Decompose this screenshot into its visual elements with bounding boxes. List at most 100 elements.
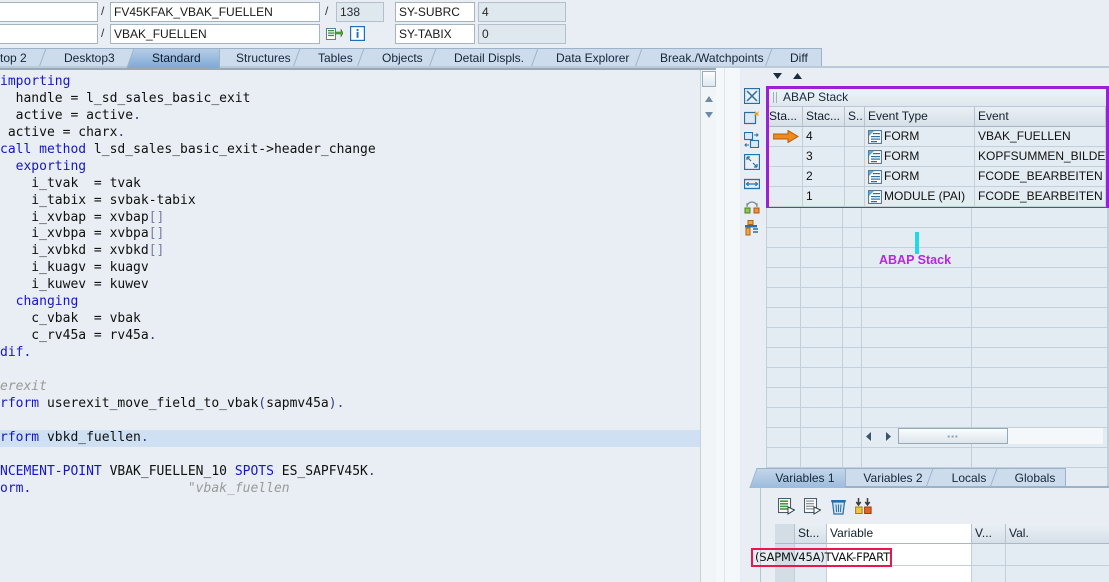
stack-column-header[interactable]: Event (975, 107, 1106, 127)
tab-break-watchpoints[interactable]: Break./Watchpoints (634, 48, 774, 68)
variables-tab-variables-1[interactable]: Variables 1 (749, 468, 846, 488)
tab-data-explorer[interactable]: Data Explorer (530, 48, 644, 68)
stack-row[interactable]: 4 FORM VBAK_FUELLEN (769, 127, 1106, 147)
sort-down-icon[interactable] (770, 70, 784, 82)
stack-empty-cell (842, 248, 863, 268)
swap-layout-icon[interactable] (742, 130, 762, 150)
tools-vertical-toolbar (742, 86, 764, 246)
code-line: i_kuwev = kuwev (0, 277, 149, 293)
tab-structures[interactable]: Structures (210, 48, 302, 68)
tab-detail-displs[interactable]: Detail Displs. (428, 48, 540, 68)
stack-empty-cell (800, 428, 843, 448)
copy-variable-icon[interactable] (801, 496, 823, 516)
stack-empty-cell (767, 368, 801, 388)
abap-stack-header-row: Sta... Stac... S.. Event Type Event (769, 107, 1106, 127)
stack-marker-cell (769, 147, 803, 167)
code-line: i_xvbpa = xvbpa[] (0, 226, 165, 242)
stack-empty-cell (800, 228, 843, 248)
variables-column-header[interactable]: St... (795, 524, 827, 544)
tab-label: Objects (382, 51, 423, 65)
stack-column-header[interactable]: S.. (845, 107, 865, 127)
main-tabstrip: top 2 Desktop3 Standard Structures Tables Obj… (0, 46, 1109, 68)
stack-event: FCODE_BEARBEITEN (975, 167, 1106, 187)
stack-column-header[interactable]: Stac... (803, 107, 845, 127)
stack-event-type: FORM (884, 129, 920, 143)
variables-empty-cell (972, 566, 1006, 582)
stack-column-header[interactable]: Sta... (769, 107, 803, 127)
maximize-icon[interactable] (742, 152, 762, 172)
close-session-icon[interactable] (742, 86, 762, 106)
variables-column-header[interactable]: Variable (827, 524, 972, 544)
stack-row[interactable]: 3 FORM KOPFSUMMEN_BILDEN (769, 147, 1106, 167)
scroll-down-arrow-icon[interactable] (702, 108, 716, 122)
switch-tools-icon[interactable] (742, 196, 762, 216)
stack-empty-cell (842, 448, 863, 468)
code-line: NCEMENT-POINT VBAK_FUELLEN_10 SPOTS ES_S… (0, 463, 376, 479)
stack-empty-cell (800, 248, 843, 268)
collapse-all-icon[interactable] (853, 496, 875, 516)
tab-label: Structures (236, 51, 291, 65)
form-name-field[interactable]: VBAK_FUELLEN (110, 24, 320, 44)
source-code-editor[interactable]: importing handle = l_sd_sales_basic_exit… (0, 68, 716, 582)
tab-desktop3[interactable]: Desktop3 (38, 48, 136, 68)
stack-row[interactable]: 2 FORM FCODE_BEARBEITEN (769, 167, 1106, 187)
stack-event: FCODE_BEARBEITEN (975, 187, 1106, 207)
stack-empty-cell (767, 448, 801, 468)
program-doc-icon (868, 149, 882, 164)
stack-column-header[interactable]: Event Type (865, 107, 975, 127)
tab-label: Standard (152, 51, 201, 65)
stack-row[interactable]: 1 MODULE (PAI) FCODE_BEARBEITEN (769, 187, 1106, 207)
info-icon[interactable] (348, 24, 366, 43)
delete-variable-icon[interactable] (827, 496, 849, 516)
code-vertical-scrollbar[interactable] (700, 70, 716, 582)
variables-tab-globals[interactable]: Globals (989, 468, 1066, 488)
stack-event-type-cell: FORM (865, 167, 975, 187)
stack-empty-cell (842, 288, 863, 308)
stack-empty-cell (800, 268, 843, 288)
insert-variable-icon[interactable] (775, 496, 797, 516)
stack-empty-row (767, 408, 1108, 428)
tab-objects[interactable]: Objects (356, 48, 438, 68)
stack-empty-cell (971, 368, 1108, 388)
highlighted-variable-name: (SAPMV45A)TVAK-FPART (755, 550, 890, 564)
stack-empty-cell (842, 308, 863, 328)
scrollbar-track[interactable]: ▪▪▪ (898, 428, 1103, 444)
program-name-field[interactable]: FV45KFAK_VBAK_FUELLEN (110, 2, 320, 22)
resize-width-icon[interactable] (742, 174, 762, 194)
scrollbar-thumb[interactable]: ▪▪▪ (898, 428, 1008, 444)
program-prefix-field[interactable] (0, 2, 98, 22)
variables-tab-label: Variables 2 (863, 471, 923, 485)
tab-standard[interactable]: Standard (126, 48, 220, 68)
variables-tab-locals[interactable]: Locals (925, 468, 998, 488)
variables-empty-cell (827, 566, 972, 582)
line-number-field[interactable]: 138 (336, 2, 384, 22)
stack-event-type-cell: MODULE (PAI) (865, 187, 975, 207)
source-code-lines: importing handle = l_sd_sales_basic_exit… (0, 74, 716, 497)
stack-empty-cell (767, 348, 801, 368)
pane-divider (716, 68, 740, 582)
sort-up-icon[interactable] (790, 70, 804, 82)
variables-tab-variables-2[interactable]: Variables 2 (837, 468, 934, 488)
tab-diff[interactable]: Diff (764, 48, 822, 68)
stack-empty-row (767, 448, 1108, 468)
stack-empty-rows (766, 208, 1109, 508)
stack-empty-cell (862, 368, 972, 388)
stack-level: 1 (803, 187, 845, 207)
stack-s-cell (845, 147, 865, 167)
scroll-left-arrow[interactable] (861, 428, 877, 444)
service-tools-icon[interactable] (742, 218, 762, 238)
variables-column-header[interactable]: V... (972, 524, 1006, 544)
goto-source-icon[interactable] (325, 24, 343, 43)
new-window-icon[interactable] (742, 108, 762, 128)
form-prefix-field[interactable] (0, 24, 98, 44)
variables-column-header[interactable]: Val. (1006, 524, 1109, 544)
code-scrollbar-thumb[interactable] (702, 71, 716, 87)
stack-empty-cell (767, 328, 801, 348)
code-line: active = active. (0, 107, 141, 123)
stack-empty-cell (800, 448, 843, 468)
stack-event-type: FORM (884, 149, 920, 163)
stack-horizontal-scrollbar[interactable]: ▪▪▪ (858, 428, 1109, 446)
scroll-right-arrow[interactable] (880, 428, 896, 444)
variables-column-header[interactable] (775, 524, 795, 544)
scroll-up-arrow-icon[interactable] (702, 92, 716, 106)
